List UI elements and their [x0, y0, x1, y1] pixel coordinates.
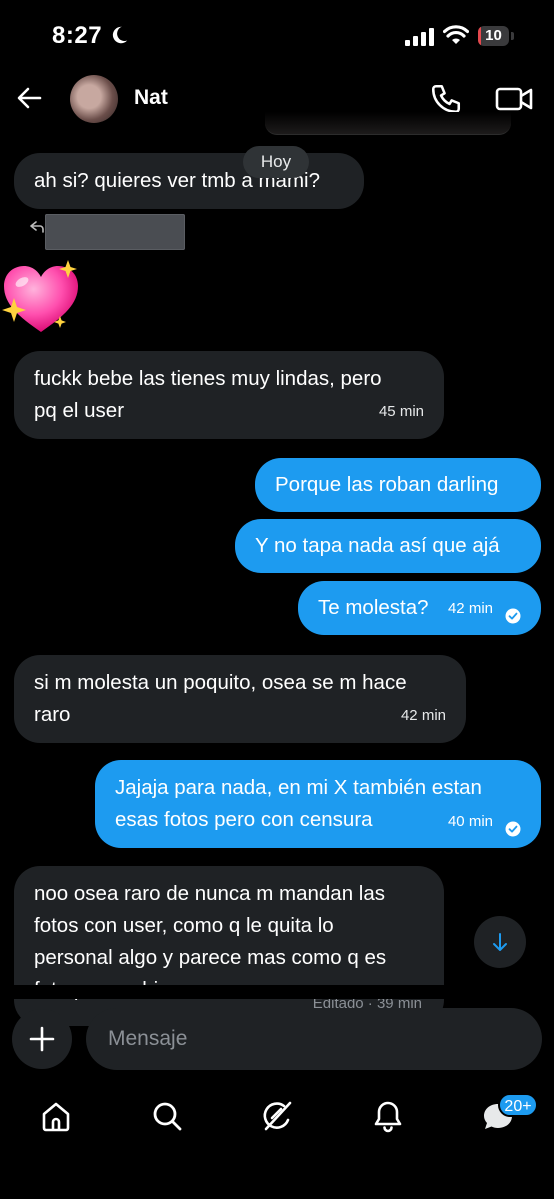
message-text: Y no tapa nada así que ajá	[255, 534, 500, 557]
cellular-signal-icon	[405, 28, 434, 46]
phone-call-icon[interactable]	[429, 82, 463, 116]
message-bubble-incoming[interactable]: si m molesta un poquito, osea se m hace …	[14, 655, 466, 743]
message-text: Porque las roban darling	[275, 473, 499, 496]
message-bubble-outgoing[interactable]: Te molesta? 42 min	[298, 581, 541, 635]
message-input[interactable]	[86, 1008, 542, 1070]
contact-avatar[interactable]	[70, 75, 118, 123]
plus-icon	[29, 1026, 55, 1052]
message-text: si m molesta un poquito, osea se m hace …	[34, 671, 407, 726]
message-bubble-outgoing[interactable]: Porque las roban darling	[255, 458, 541, 512]
message-bubble-outgoing[interactable]: Y no tapa nada así que ajá	[235, 519, 541, 573]
arrow-down-icon	[493, 933, 507, 951]
message-bubble-incoming[interactable]: noo osea raro de nunca m mandan las foto…	[14, 866, 444, 1026]
video-call-icon[interactable]	[494, 84, 534, 114]
message-bubble-incoming[interactable]: fuckk bebe las tienes muy lindas, pero p…	[14, 351, 444, 439]
status-time: 8:27	[52, 22, 103, 49]
moon-icon	[112, 26, 128, 44]
message-timestamp: 42 min	[400, 707, 446, 724]
message-bubble-incoming[interactable]: ah si? quieres ver tmb a mami?	[14, 153, 364, 209]
battery-level-text: 10	[485, 27, 502, 44]
sparkling-heart-emoji	[2, 260, 78, 332]
message-bubble-outgoing[interactable]: Jajaja para nada, en mi X también estan …	[95, 760, 541, 848]
messages-badge: 20+	[498, 1093, 538, 1117]
message-text: fuckk bebe las tienes muy lindas, pero p…	[34, 367, 382, 422]
add-attachment-button[interactable]	[12, 1009, 72, 1069]
home-icon[interactable]	[36, 1096, 76, 1136]
scroll-to-bottom-button[interactable]	[474, 916, 526, 968]
composer-divider	[0, 985, 554, 999]
read-receipt-icon	[505, 821, 521, 837]
message-timestamp: 42 min	[447, 600, 493, 617]
read-receipt-icon	[505, 608, 521, 624]
battery-indicator: 10	[478, 26, 514, 46]
search-icon[interactable]	[147, 1096, 187, 1136]
contact-name[interactable]: Nat	[134, 86, 168, 110]
grok-icon[interactable]	[257, 1096, 297, 1136]
message-timestamp: 40 min	[447, 813, 493, 830]
previous-media-edge	[265, 112, 511, 135]
back-button[interactable]	[12, 80, 48, 116]
wifi-icon	[443, 25, 469, 44]
reply-preview-redacted[interactable]	[45, 214, 185, 250]
reply-icon	[30, 221, 44, 233]
message-timestamp: 45 min	[378, 403, 424, 420]
date-separator: Hoy	[243, 146, 309, 178]
notifications-icon[interactable]	[368, 1096, 408, 1136]
